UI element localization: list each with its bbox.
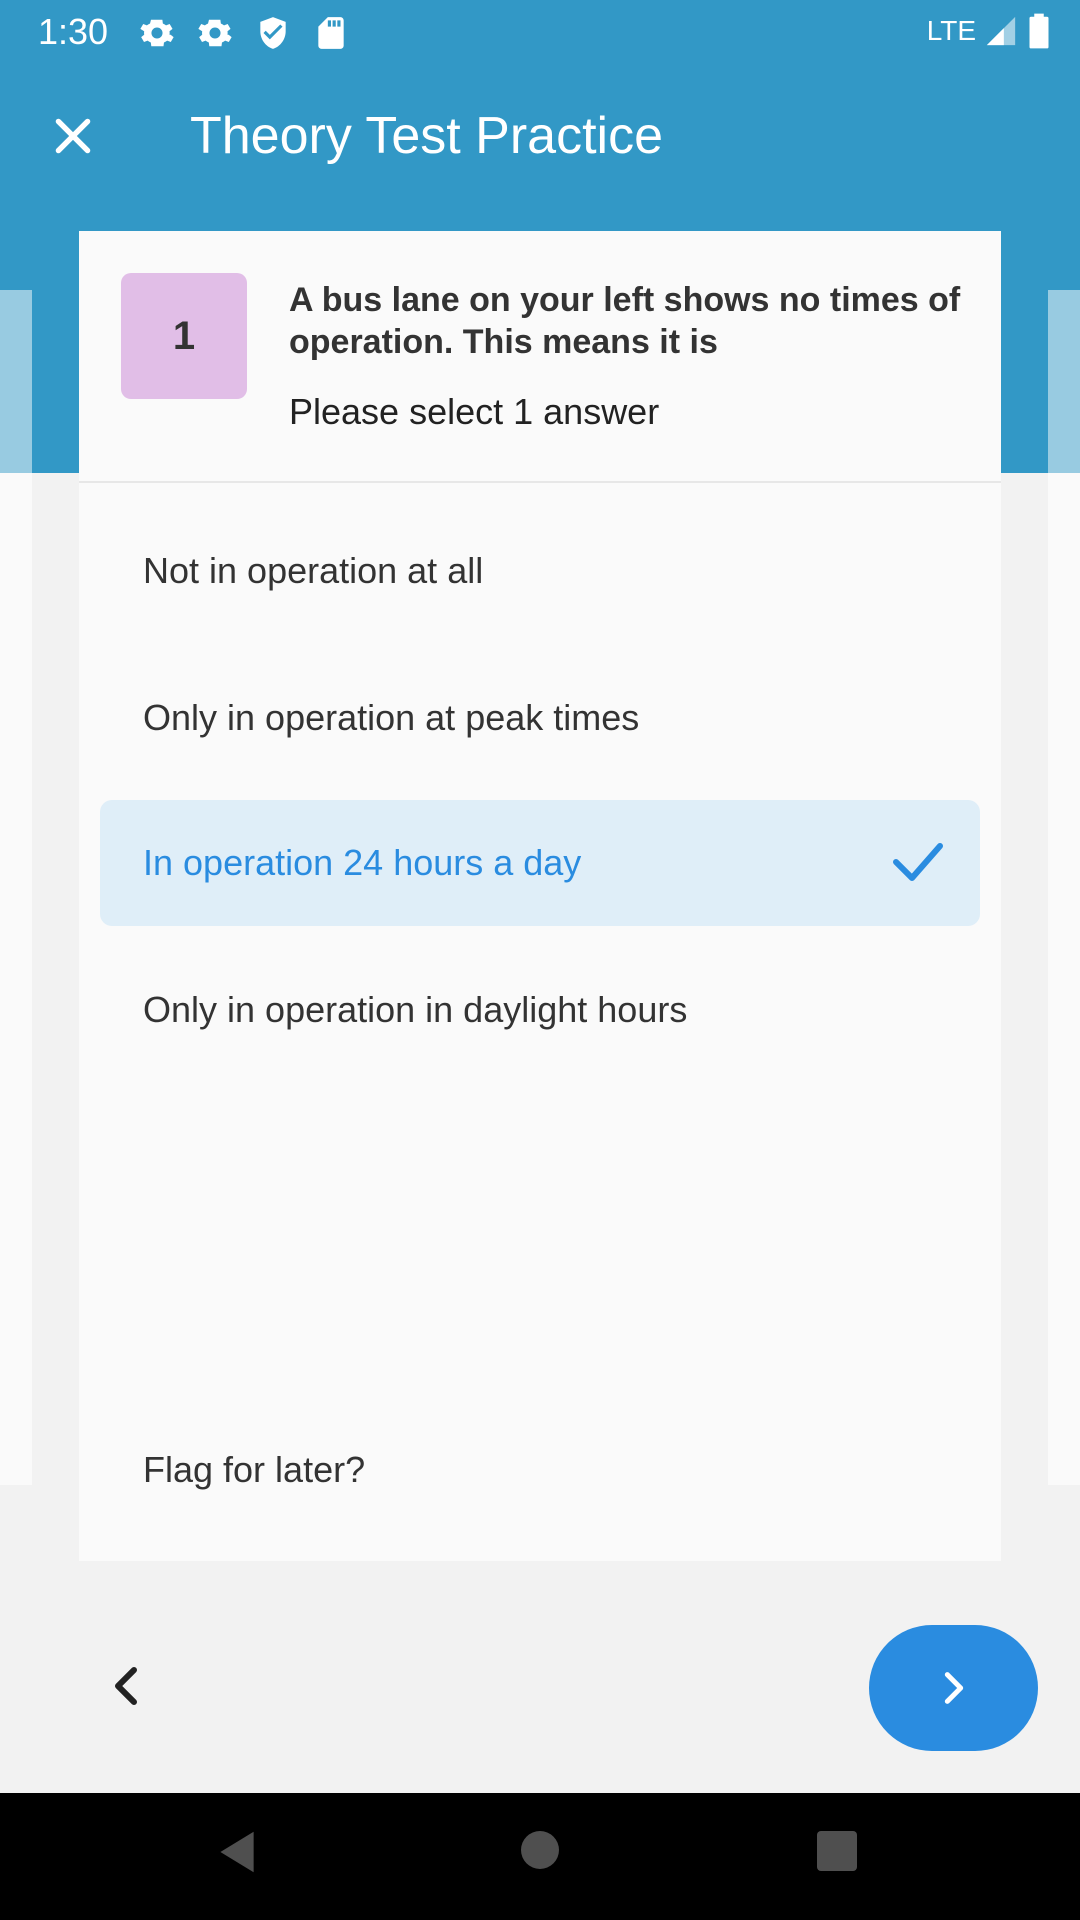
gear-icon	[198, 19, 232, 47]
next-question-button[interactable]	[869, 1625, 1038, 1751]
question-text: A bus lane on your left shows no times o…	[289, 281, 961, 361]
system-navigation-bar	[0, 1793, 1080, 1920]
chevron-right-icon	[944, 1672, 963, 1704]
answer-option-selected[interactable]: In operation 24 hours a day	[100, 800, 980, 926]
sd-card-icon	[318, 17, 344, 49]
answer-label: Not in operation at all	[143, 550, 484, 591]
shield-icon	[260, 17, 286, 49]
status-time: 1:30	[38, 11, 109, 52]
question-card: 1 A bus lane on your left shows no times…	[79, 231, 1001, 1561]
close-icon[interactable]	[48, 111, 98, 161]
question-instruction: Please select 1 answer	[289, 391, 660, 432]
page-title: Theory Test Practice	[190, 107, 664, 165]
answer-label: Only in operation in daylight hours	[143, 989, 688, 1030]
answer-option[interactable]: Only in operation in daylight hours	[100, 947, 980, 1073]
previous-card-peek[interactable]	[0, 290, 32, 1485]
chevron-left-icon[interactable]	[108, 1666, 144, 1706]
flag-for-later-button[interactable]: Flag for later?	[143, 1449, 365, 1491]
answer-option[interactable]: Not in operation at all	[100, 508, 980, 634]
answer-option[interactable]: Only in operation at peak times	[100, 655, 980, 781]
network-type: LTE	[926, 15, 976, 46]
next-card-peek[interactable]	[1048, 290, 1080, 1485]
back-icon[interactable]	[216, 1828, 258, 1876]
signal-icon	[986, 16, 1016, 46]
question-header: 1 A bus lane on your left shows no times…	[79, 231, 1001, 483]
checkmark-icon	[893, 843, 943, 881]
answer-label: Only in operation at peak times	[143, 697, 640, 738]
status-bar: 1:30 LTE	[0, 0, 1080, 63]
recents-icon[interactable]	[817, 1831, 857, 1871]
status-system-icons: LTE	[927, 12, 1052, 50]
home-icon[interactable]	[521, 1831, 559, 1869]
answer-label: In operation 24 hours a day	[143, 842, 582, 883]
gear-icon	[140, 19, 174, 47]
question-number-badge: 1	[121, 273, 247, 399]
status-notification-icons	[138, 14, 350, 52]
battery-icon	[1029, 13, 1049, 49]
